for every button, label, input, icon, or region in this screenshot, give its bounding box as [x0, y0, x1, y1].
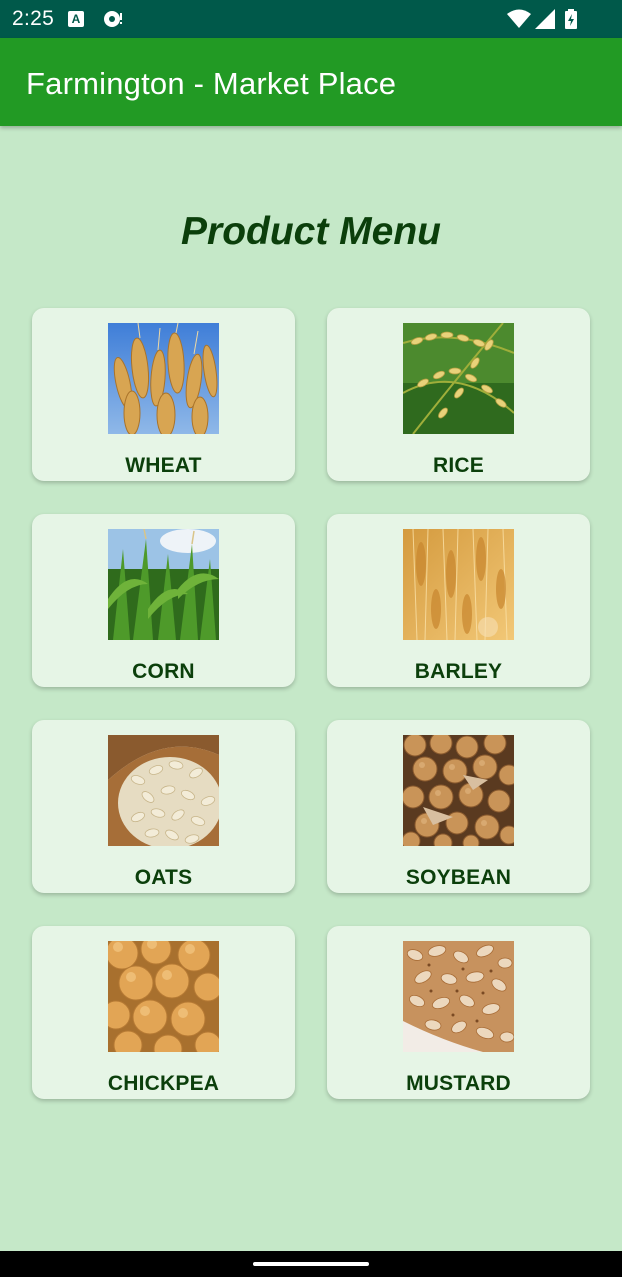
chickpea-image	[108, 941, 219, 1052]
page-title: Product Menu	[181, 210, 441, 253]
product-label: WHEAT	[125, 454, 202, 477]
signal-icon	[535, 9, 555, 29]
app-title: Farmington - Market Place	[26, 66, 397, 101]
mustard-image	[403, 941, 514, 1052]
product-card-chickpea[interactable]: CHICKPEA	[32, 926, 295, 1099]
battery-icon	[565, 9, 577, 29]
product-card-corn[interactable]: CORN	[32, 514, 295, 687]
product-card-oats[interactable]: OATS	[32, 720, 295, 893]
wifi-icon	[507, 9, 531, 28]
product-card-barley[interactable]: BARLEY	[327, 514, 590, 687]
oats-image	[108, 735, 219, 846]
status-time: 2:25	[12, 7, 55, 30]
corn-image	[108, 529, 219, 640]
product-card-soybean[interactable]: SOYBEAN	[327, 720, 590, 893]
product-card-mustard[interactable]: MUSTARD	[327, 926, 590, 1099]
product-card-wheat[interactable]: WHEAT	[32, 308, 295, 481]
cast-icon	[104, 11, 122, 27]
phone-screen: 2:25 A Farmington - Market Place Product…	[0, 0, 622, 1277]
wheat-image	[108, 323, 219, 434]
a-notification-icon: A	[68, 11, 84, 27]
navigation-bar	[0, 1251, 622, 1277]
product-label: BARLEY	[414, 660, 503, 683]
status-bar: 2:25 A	[0, 0, 622, 38]
product-label: MUSTARD	[406, 1072, 511, 1095]
product-label: CHICKPEA	[107, 1072, 220, 1095]
home-gesture-handle[interactable]	[253, 1262, 369, 1266]
app-bar: Farmington - Market Place	[0, 38, 622, 126]
soybean-image	[403, 735, 514, 846]
product-label: OATS	[134, 866, 193, 889]
product-label: SOYBEAN	[405, 866, 512, 889]
product-card-rice[interactable]: RICE	[327, 308, 590, 481]
barley-image	[403, 529, 514, 640]
rice-image	[403, 323, 514, 434]
product-label: CORN	[132, 660, 195, 683]
product-label: RICE	[433, 454, 484, 477]
